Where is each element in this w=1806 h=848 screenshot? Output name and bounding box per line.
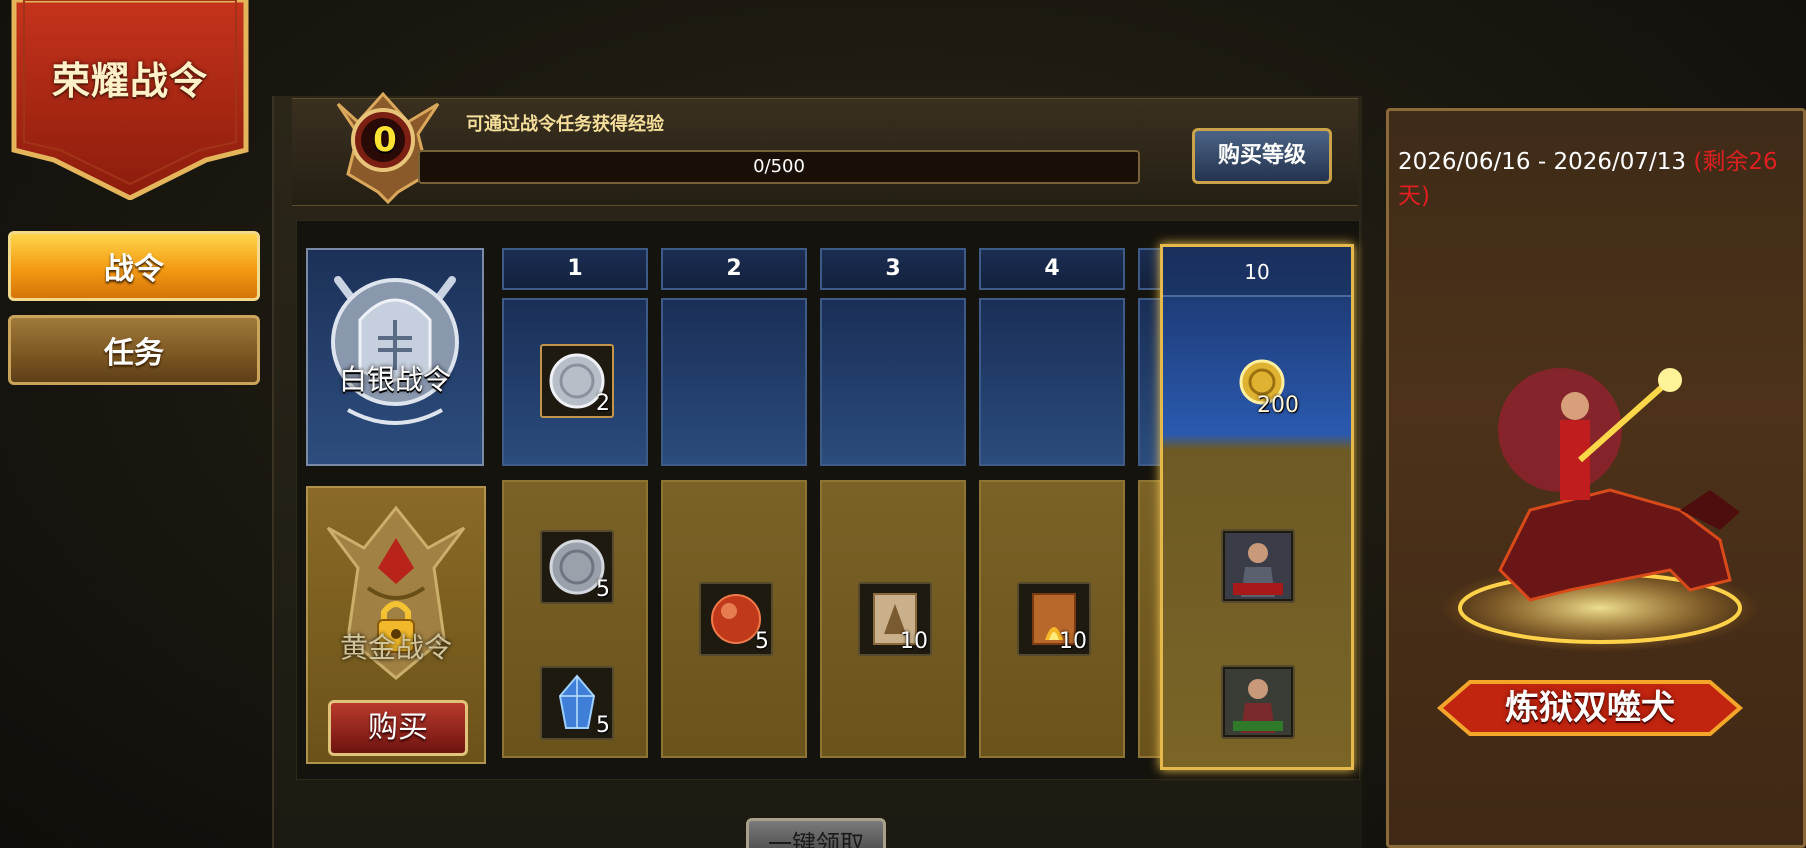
level-1-silver-slot: 2: [502, 298, 648, 466]
season-dates: 2026/06/16 - 2026/07/13: [1398, 149, 1687, 175]
level-partial-silver-slot: [1138, 298, 1162, 466]
exp-progress-bar: 0/500: [418, 150, 1140, 184]
level-4-gold-slot: 10: [979, 480, 1125, 758]
banner-title: 荣耀战令: [51, 59, 208, 103]
silver-pass-label: 白银战令: [338, 363, 451, 396]
gold-pass-card: 黄金战令 购买: [306, 486, 486, 764]
item-quantity: 2: [596, 391, 610, 416]
reward-item[interactable]: 5: [540, 666, 614, 740]
reward-item[interactable]: 10: [1017, 582, 1091, 656]
level-header-3: 3: [820, 248, 966, 290]
reward-item[interactable]: [1221, 529, 1295, 603]
level-2-silver-slot: [661, 298, 807, 466]
tab-tasks-label: 任务: [104, 336, 164, 371]
tab-battle-pass[interactable]: 战令: [8, 231, 260, 301]
level-3-silver-slot: [820, 298, 966, 466]
tab-battle-pass-label: 战令: [104, 252, 164, 287]
level-3-gold-slot: 10: [820, 480, 966, 758]
level-10-column[interactable]: 10 200: [1160, 244, 1354, 770]
reward-item[interactable]: 10: [858, 582, 932, 656]
level-2-gold-slot: 5: [661, 480, 807, 758]
exp-description: 可通过战令任务获得经验: [466, 114, 664, 135]
level-number: 0: [373, 120, 397, 160]
warrior-portrait-icon: [1225, 669, 1291, 735]
level-4-silver-slot: [979, 298, 1125, 466]
level-1-gold-slot: 5 5: [502, 480, 648, 758]
silver-pass-card: 白银战令: [306, 248, 484, 466]
level-partial-gold-slot: [1138, 480, 1162, 758]
item-quantity: 200: [1257, 393, 1299, 418]
mount-name: 炼狱双噬犬: [1505, 688, 1675, 728]
level-header-4: 4: [979, 248, 1125, 290]
silver-helmet-icon: [331, 276, 459, 425]
item-quantity: 10: [1059, 629, 1087, 654]
item-quantity: 5: [755, 629, 769, 654]
title-banner: 荣耀战令: [10, 0, 250, 200]
exp-progress-text: 0/500: [753, 156, 805, 177]
level-header-partial: [1138, 248, 1162, 290]
reward-item[interactable]: [1221, 665, 1295, 739]
mount-hellhound-icon: [1440, 368, 1760, 652]
season-date-range: 2026/06/16 - 2026/07/13 (剩余26天): [1398, 142, 1806, 210]
gold-pass-buy-button[interactable]: 购买: [328, 700, 468, 756]
item-quantity: 5: [596, 577, 610, 602]
tab-tasks[interactable]: 任务: [8, 315, 260, 385]
reward-item[interactable]: 5: [699, 582, 773, 656]
gold-pass-label: 黄金战令: [339, 631, 452, 664]
reward-item[interactable]: 2: [540, 344, 614, 418]
buy-level-button[interactable]: 购买等级: [1192, 128, 1332, 184]
level-header-2: 2: [661, 248, 807, 290]
reward-item[interactable]: 5: [540, 530, 614, 604]
warrior-portrait-icon: [1225, 533, 1291, 599]
level-header-10: 10: [1163, 247, 1351, 297]
item-quantity: 5: [596, 713, 610, 738]
level-header-1: 1: [502, 248, 648, 290]
claim-all-button[interactable]: 一键领取: [746, 818, 886, 848]
item-quantity: 10: [900, 629, 928, 654]
